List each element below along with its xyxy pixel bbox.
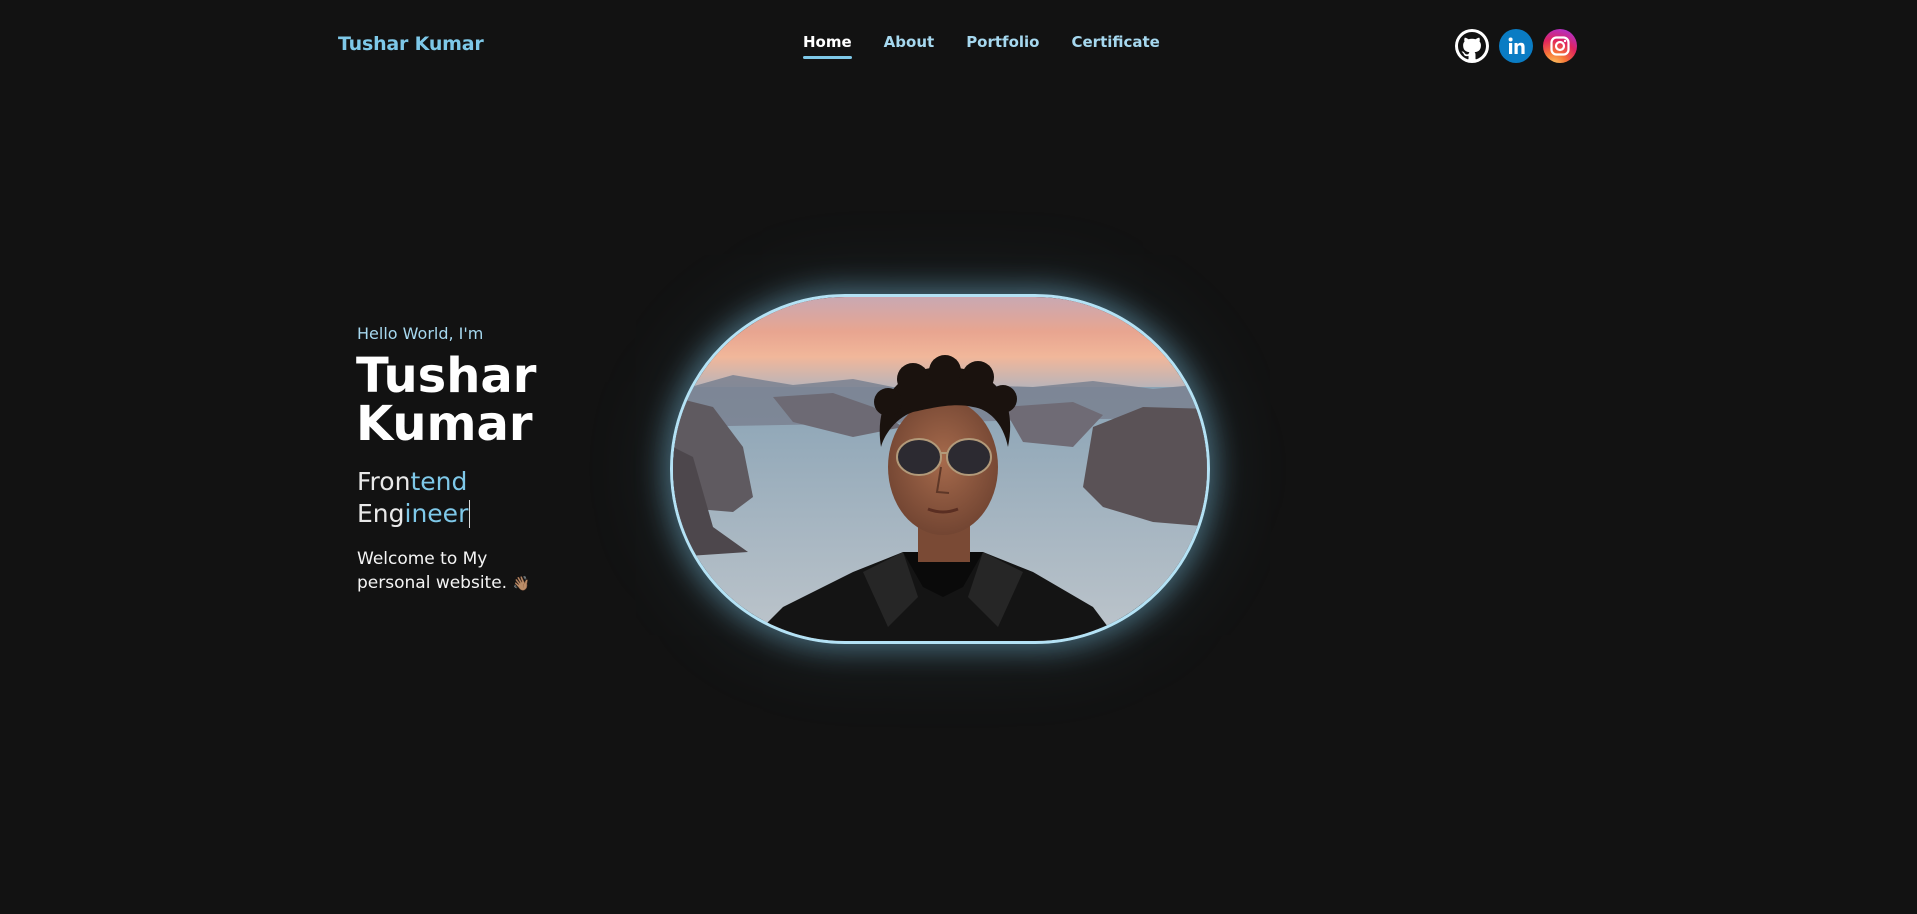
nav-certificate[interactable]: Certificate xyxy=(1071,33,1159,59)
typing-caret xyxy=(469,500,471,528)
main-nav: Home About Portfolio Certificate xyxy=(803,33,1160,59)
nav-home[interactable]: Home xyxy=(803,33,852,59)
brand-logo[interactable]: Tushar Kumar xyxy=(338,33,484,55)
instagram-icon-glyph xyxy=(1550,36,1570,56)
hero-role-line1: Frontend xyxy=(357,466,517,498)
role-plain-1: Fron xyxy=(357,467,411,496)
hero-name-last: Kumar xyxy=(356,396,533,452)
github-icon[interactable] xyxy=(1455,29,1489,63)
profile-photo xyxy=(670,294,1210,644)
github-icon-glyph xyxy=(1458,32,1486,60)
role-highlight-2: ineer xyxy=(404,499,469,528)
role-highlight-1: tend xyxy=(410,467,468,496)
welcome-text: Welcome to My personal website. xyxy=(357,549,508,593)
hero-name-first: Tushar xyxy=(356,348,537,404)
hero-welcome: Welcome to My personal website. 👋🏽 xyxy=(357,547,547,596)
nav-portfolio[interactable]: Portfolio xyxy=(966,33,1039,59)
linkedin-icon[interactable] xyxy=(1499,29,1533,63)
page: Tushar Kumar Home About Portfolio Certif… xyxy=(0,0,1917,914)
instagram-icon[interactable] xyxy=(1543,29,1577,63)
hero-name: Tushar Kumar xyxy=(356,352,596,448)
hero-role-line2: Engineer xyxy=(357,498,517,530)
hero-role: Frontend Engineer xyxy=(357,466,517,530)
nav-about[interactable]: About xyxy=(884,33,935,59)
linkedin-icon-glyph xyxy=(1508,37,1525,54)
social-links xyxy=(1455,29,1577,63)
hero-greeting: Hello World, I'm xyxy=(357,324,484,343)
wave-emoji-icon: 👋🏽 xyxy=(512,576,530,592)
role-plain-2: Eng xyxy=(357,499,405,528)
profile-photo-image xyxy=(673,297,1207,641)
